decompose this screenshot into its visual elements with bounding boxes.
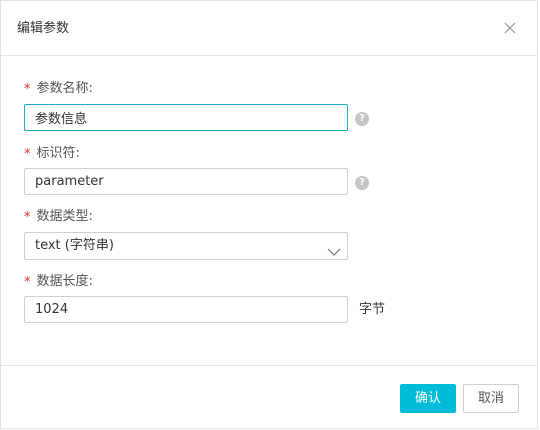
param-name-label: * 参数名称: <box>24 81 93 97</box>
dialog-title: 编辑参数 <box>17 21 70 36</box>
identifier-label: * 标识符: <box>24 146 80 162</box>
param-name-label-text: 参数名称: <box>36 81 93 96</box>
data-length-unit: 字节 <box>359 302 386 317</box>
chevron-down-icon <box>327 242 341 261</box>
confirm-button[interactable]: 确认 <box>400 384 456 413</box>
data-length-label: * 数据长度: <box>24 274 93 290</box>
param-name-input[interactable] <box>24 104 348 131</box>
identifier-label-text: 标识符: <box>36 146 80 161</box>
footer-divider <box>1 365 537 366</box>
question-icon[interactable]: ? <box>355 176 369 190</box>
data-length-label-text: 数据长度: <box>36 274 93 289</box>
question-icon[interactable]: ? <box>355 112 369 126</box>
close-icon[interactable] <box>503 21 517 35</box>
required-mark: * <box>24 82 31 97</box>
edit-parameter-dialog: 编辑参数 *参数名称: ? *标识符: ? *数据类型: text (字符串) … <box>0 0 538 429</box>
identifier-input[interactable] <box>24 168 348 195</box>
data-type-select[interactable]: text (字符串) <box>24 232 348 260</box>
cancel-button[interactable]: 取消 <box>463 384 519 413</box>
data-type-selected-value: text (字符串) <box>35 238 114 253</box>
dialog-header: 编辑参数 <box>1 1 537 56</box>
required-mark: * <box>24 275 31 290</box>
data-length-input[interactable] <box>24 296 348 323</box>
required-mark: * <box>24 147 31 162</box>
required-mark: * <box>24 210 31 225</box>
data-type-label-text: 数据类型: <box>36 209 93 224</box>
data-type-label: * 数据类型: <box>24 209 93 225</box>
